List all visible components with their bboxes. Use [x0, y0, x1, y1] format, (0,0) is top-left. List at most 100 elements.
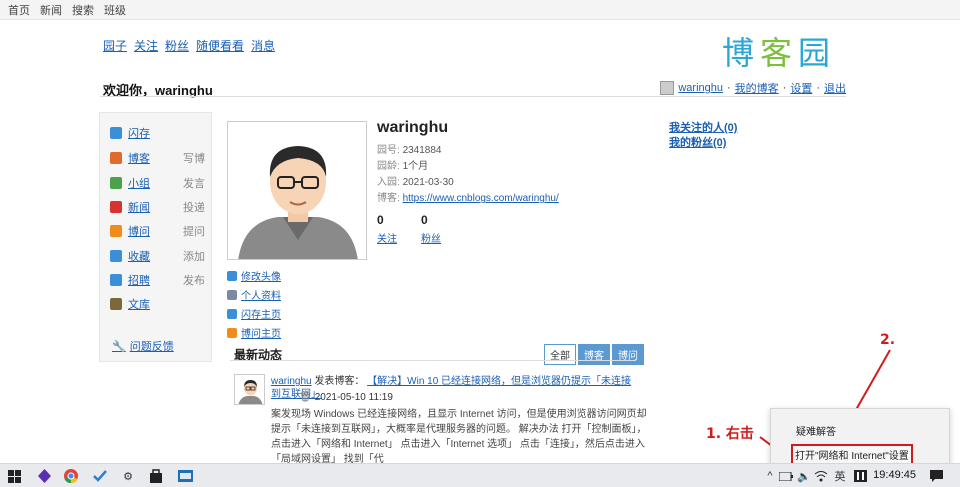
edit-avatar-link[interactable]: 修改头像 — [227, 268, 281, 283]
info-row-age: 园龄: 1个月 — [377, 159, 559, 175]
tab-question[interactable]: 博问 — [612, 344, 644, 365]
settings-link[interactable]: 设置 — [790, 80, 812, 96]
username-link[interactable]: waringhu — [678, 82, 723, 94]
nav-random[interactable]: 随便看看 — [196, 37, 244, 54]
menu-item-network-settings[interactable]: 打开"网络和 Internet"设置 — [791, 444, 913, 465]
terminal-icon[interactable] — [177, 468, 193, 484]
nav-garden[interactable]: 园子 — [103, 37, 127, 54]
site-logo[interactable]: 博 客 园 — [722, 28, 831, 72]
link-label[interactable]: 博问主页 — [241, 325, 281, 340]
sidebar-item-job[interactable]: 招聘 发布 — [110, 272, 205, 288]
sidebar-item-flash[interactable]: 闪存 — [110, 125, 205, 141]
trash-icon[interactable]: 🗑 — [299, 392, 312, 403]
gear-icon[interactable]: ⚙ — [120, 468, 136, 484]
question-icon — [110, 225, 122, 237]
nav-fans[interactable]: 粉丝 — [165, 37, 189, 54]
separator: · — [726, 82, 731, 94]
question-home-link[interactable]: 博问主页 — [227, 325, 281, 340]
feed-username[interactable]: waringhu — [271, 376, 312, 387]
top-nav: 首页 新闻 搜索 班级 — [0, 0, 960, 20]
profile-info-link[interactable]: 个人资料 — [227, 287, 281, 302]
profile-avatar[interactable] — [227, 121, 367, 260]
sidebar-item-label[interactable]: 新闻 — [128, 199, 150, 215]
store-icon[interactable] — [148, 468, 164, 484]
input-method-icon[interactable] — [852, 468, 868, 484]
separator: · — [782, 82, 787, 94]
sidebar-item-library[interactable]: 文库 — [110, 296, 205, 312]
avatar[interactable] — [660, 81, 675, 95]
top-nav-class[interactable]: 班级 — [104, 2, 126, 18]
sidebar-item-action[interactable]: 发言 — [183, 175, 205, 191]
sidebar-item-label[interactable]: 闪存 — [128, 125, 150, 141]
link-label[interactable]: 闪存主页 — [241, 306, 281, 321]
sidebar-item-action[interactable]: 写博 — [183, 150, 205, 166]
top-nav-home[interactable]: 首页 — [8, 2, 30, 18]
sidebar-item-news[interactable]: 新闻 投递 — [110, 199, 205, 215]
battery-icon[interactable] — [778, 468, 794, 484]
feedback-label[interactable]: 问题反馈 — [130, 338, 174, 354]
feed-date-row: 🗑 2021-05-10 11:19 — [299, 392, 393, 403]
sidebar-item-label[interactable]: 招聘 — [128, 272, 150, 288]
edit-avatar-icon — [227, 270, 237, 281]
sidebar-item-question[interactable]: 博问 提问 — [110, 223, 205, 239]
nav-messages[interactable]: 消息 — [251, 37, 275, 54]
clock[interactable]: 19:49:45 — [873, 469, 916, 481]
blog-url-link[interactable]: https://www.cnblogs.com/waringhu/ — [403, 193, 559, 204]
sidebar-item-action[interactable]: 添加 — [183, 248, 205, 264]
taskbar: ⚙ ^ 🔈 英 19:49:45 — [0, 463, 960, 487]
sidebar-item-group[interactable]: 小组 发言 — [110, 175, 205, 191]
chevron-up-icon[interactable]: ^ — [762, 468, 778, 484]
fans-count-block: 0 粉丝 — [421, 213, 441, 245]
sidebar-item-action[interactable]: 发布 — [183, 272, 205, 288]
annotation-step-1: 1. 右击 — [706, 426, 754, 442]
ime-indicator[interactable]: 英 — [832, 468, 848, 484]
feed-date: 2021-05-10 11:19 — [314, 392, 393, 403]
news-icon — [110, 201, 122, 213]
top-nav-search[interactable]: 搜索 — [72, 2, 94, 18]
tab-all[interactable]: 全部 — [544, 344, 576, 365]
favorite-icon — [110, 250, 122, 262]
flash-home-link[interactable]: 闪存主页 — [227, 306, 281, 321]
divider — [230, 360, 636, 361]
following-link[interactable]: 我关注的人(0) — [669, 121, 737, 136]
feed-avatar[interactable] — [234, 374, 265, 405]
logo-char: 园 — [798, 34, 831, 72]
feed-verb: 发表博客： — [314, 376, 365, 387]
flash-home-icon — [227, 308, 237, 319]
sidebar-item-label[interactable]: 博问 — [128, 223, 150, 239]
sidebar-item-favorite[interactable]: 收藏 添加 — [110, 248, 205, 264]
start-icon[interactable] — [6, 468, 22, 484]
chrome-icon[interactable] — [63, 468, 79, 484]
menu-item-troubleshoot[interactable]: 疑难解答 — [796, 423, 836, 438]
sidebar-item-label[interactable]: 博客 — [128, 150, 150, 166]
app-purple-icon[interactable] — [36, 468, 52, 484]
sidebar-item-action[interactable]: 提问 — [183, 223, 205, 239]
fans-link[interactable]: 粉丝 — [421, 230, 441, 245]
sidebar-item-label[interactable]: 小组 — [128, 175, 150, 191]
tab-blog[interactable]: 博客 — [578, 344, 610, 365]
top-nav-news[interactable]: 新闻 — [40, 2, 62, 18]
sidebar-item-label[interactable]: 收藏 — [128, 248, 150, 264]
profile-counts: 0 关注 0 粉丝 — [377, 213, 441, 245]
notification-icon[interactable] — [928, 468, 944, 484]
link-label[interactable]: 个人资料 — [241, 287, 281, 302]
my-blog-link[interactable]: 我的博客 — [735, 80, 779, 96]
info-value: 1个月 — [402, 161, 429, 172]
nav-follow[interactable]: 关注 — [134, 37, 158, 54]
feed-tabs: 全部 博客 博问 — [544, 344, 644, 365]
check-app-icon[interactable] — [92, 468, 108, 484]
link-label[interactable]: 修改头像 — [241, 268, 281, 283]
sidebar-item-blog[interactable]: 博客 写博 — [110, 150, 205, 166]
group-icon — [110, 177, 122, 189]
question-home-icon — [227, 327, 237, 338]
info-row-joined: 入园: 2021-03-30 — [377, 175, 559, 191]
logo-char: 客 — [760, 34, 793, 72]
sidebar-item-action[interactable]: 投递 — [183, 199, 205, 215]
follow-link[interactable]: 关注 — [377, 230, 397, 245]
logout-link[interactable]: 退出 — [824, 80, 846, 96]
sidebar-item-label[interactable]: 文库 — [128, 296, 150, 312]
my-fans-link[interactable]: 我的粉丝(0) — [669, 136, 737, 151]
network-icon[interactable] — [813, 468, 829, 484]
volume-icon[interactable]: 🔈 — [796, 468, 812, 484]
feedback-link[interactable]: 🔧 问题反馈 — [112, 338, 174, 354]
